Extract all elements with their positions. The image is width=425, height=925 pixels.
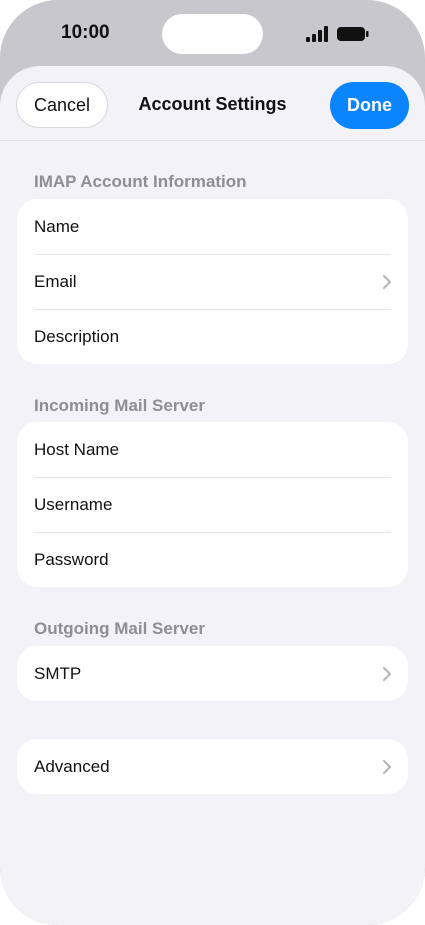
group-advanced: Advanced	[17, 739, 408, 794]
section-header-outgoing: Outgoing Mail Server	[34, 619, 205, 638]
row-label: Name	[34, 216, 80, 236]
row-advanced[interactable]: Advanced	[17, 739, 408, 794]
chevron-right-icon	[383, 274, 391, 289]
chevron-right-icon	[383, 759, 391, 774]
status-bar: 10:00	[0, 0, 425, 66]
group-outgoing: SMTP	[17, 646, 408, 701]
row-label: SMTP	[34, 663, 82, 683]
status-time: 10:00	[61, 22, 110, 43]
done-button[interactable]: Done	[330, 82, 409, 129]
row-password[interactable]: Password	[17, 532, 408, 587]
phone-frame: 10:00 Cancel Account Settings Done IMAP …	[0, 0, 425, 925]
section-header-imap: IMAP Account Information	[34, 172, 247, 191]
row-label: Description	[34, 326, 120, 346]
row-label: Password	[34, 549, 109, 569]
row-label: Username	[34, 494, 113, 514]
row-email[interactable]: Email	[17, 254, 408, 309]
group-imap: Name Email Description	[17, 199, 408, 364]
nav-bar: Cancel Account Settings Done	[0, 66, 425, 141]
row-name[interactable]: Name	[17, 199, 408, 254]
battery-icon	[337, 27, 369, 41]
chevron-right-icon	[383, 666, 391, 681]
group-incoming: Host Name Username Password	[17, 422, 408, 587]
account-settings-sheet: Cancel Account Settings Done IMAP Accoun…	[0, 66, 425, 925]
row-label: Advanced	[34, 756, 110, 776]
row-description[interactable]: Description	[17, 309, 408, 364]
row-label: Host Name	[34, 439, 120, 459]
row-username[interactable]: Username	[17, 477, 408, 532]
row-host-name[interactable]: Host Name	[17, 422, 408, 477]
row-smtp[interactable]: SMTP	[17, 646, 408, 701]
dynamic-island	[162, 14, 263, 54]
section-header-incoming: Incoming Mail Server	[34, 396, 205, 415]
cellular-signal-icon	[306, 26, 328, 42]
row-label: Email	[34, 271, 77, 291]
